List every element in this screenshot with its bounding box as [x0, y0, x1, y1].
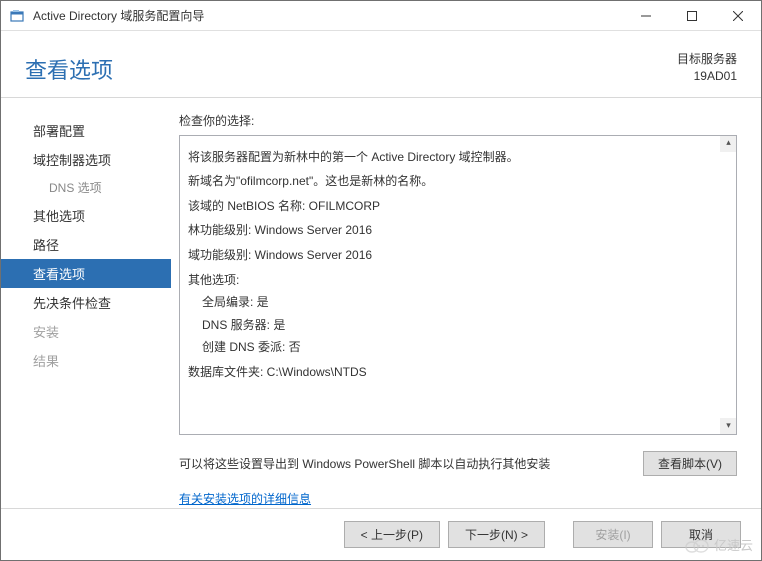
review-line: 林功能级别: Windows Server 2016	[188, 221, 728, 240]
sidebar: 部署配置 域控制器选项 DNS 选项 其他选项 路径 查看选项 先决条件检查 安…	[1, 98, 171, 508]
step-dc-options[interactable]: 域控制器选项	[1, 145, 171, 174]
page-heading: 查看选项	[25, 53, 113, 85]
review-line: 将该服务器配置为新林中的第一个 Active Directory 域控制器。	[188, 148, 728, 167]
close-button[interactable]	[715, 1, 761, 30]
install-button: 安装(I)	[573, 521, 653, 548]
view-script-button[interactable]: 查看脚本(V)	[643, 451, 737, 476]
review-label: 检查你的选择:	[179, 112, 737, 129]
step-install: 安装	[1, 317, 171, 346]
step-paths[interactable]: 路径	[1, 230, 171, 259]
scroll-down-icon[interactable]: ▾	[720, 418, 737, 435]
previous-button[interactable]: < 上一步(P)	[344, 521, 440, 548]
window-title: Active Directory 域服务配置向导	[33, 7, 623, 24]
step-prereq-check[interactable]: 先决条件检查	[1, 288, 171, 317]
db-path-line: 数据库文件夹: C:\Windows\NTDS	[188, 363, 728, 382]
other-options-label: 其他选项:	[188, 271, 728, 290]
cancel-button[interactable]: 取消	[661, 521, 741, 548]
target-server-value: 19AD01	[677, 68, 737, 85]
other-option-item: 全局编录: 是	[188, 293, 728, 312]
step-additional-options[interactable]: 其他选项	[1, 201, 171, 230]
review-line: 新域名为"ofilmcorp.net"。这也是新林的名称。	[188, 172, 728, 191]
target-server-label: 目标服务器	[677, 51, 737, 68]
footer: < 上一步(P) 下一步(N) > 安装(I) 取消	[1, 508, 761, 560]
content: 部署配置 域控制器选项 DNS 选项 其他选项 路径 查看选项 先决条件检查 安…	[1, 98, 761, 508]
step-dns-options[interactable]: DNS 选项	[1, 174, 171, 201]
window-controls	[623, 1, 761, 30]
more-info-link[interactable]: 有关安装选项的详细信息	[179, 490, 737, 507]
main-panel: 检查你的选择: 将该服务器配置为新林中的第一个 Active Directory…	[171, 98, 761, 508]
wizard-window: Active Directory 域服务配置向导 查看选项 目标服务器 19AD…	[0, 0, 762, 561]
step-deployment-config[interactable]: 部署配置	[1, 116, 171, 145]
step-review-options[interactable]: 查看选项	[1, 259, 171, 288]
maximize-button[interactable]	[669, 1, 715, 30]
review-line: 该域的 NetBIOS 名称: OFILMCORP	[188, 197, 728, 216]
review-line: 域功能级别: Windows Server 2016	[188, 246, 728, 265]
other-option-item: DNS 服务器: 是	[188, 316, 728, 335]
header: 查看选项 目标服务器 19AD01	[1, 31, 761, 98]
export-row: 可以将这些设置导出到 Windows PowerShell 脚本以自动执行其他安…	[179, 451, 737, 476]
target-server-block: 目标服务器 19AD01	[677, 51, 737, 85]
review-textbox[interactable]: 将该服务器配置为新林中的第一个 Active Directory 域控制器。 新…	[179, 135, 737, 435]
export-text: 可以将这些设置导出到 Windows PowerShell 脚本以自动执行其他安…	[179, 455, 627, 472]
next-button[interactable]: 下一步(N) >	[448, 521, 545, 548]
minimize-button[interactable]	[623, 1, 669, 30]
step-results: 结果	[1, 346, 171, 375]
other-option-item: 创建 DNS 委派: 否	[188, 338, 728, 357]
scroll-up-icon[interactable]: ▴	[720, 135, 737, 152]
titlebar: Active Directory 域服务配置向导	[1, 1, 761, 31]
app-icon	[9, 8, 25, 24]
